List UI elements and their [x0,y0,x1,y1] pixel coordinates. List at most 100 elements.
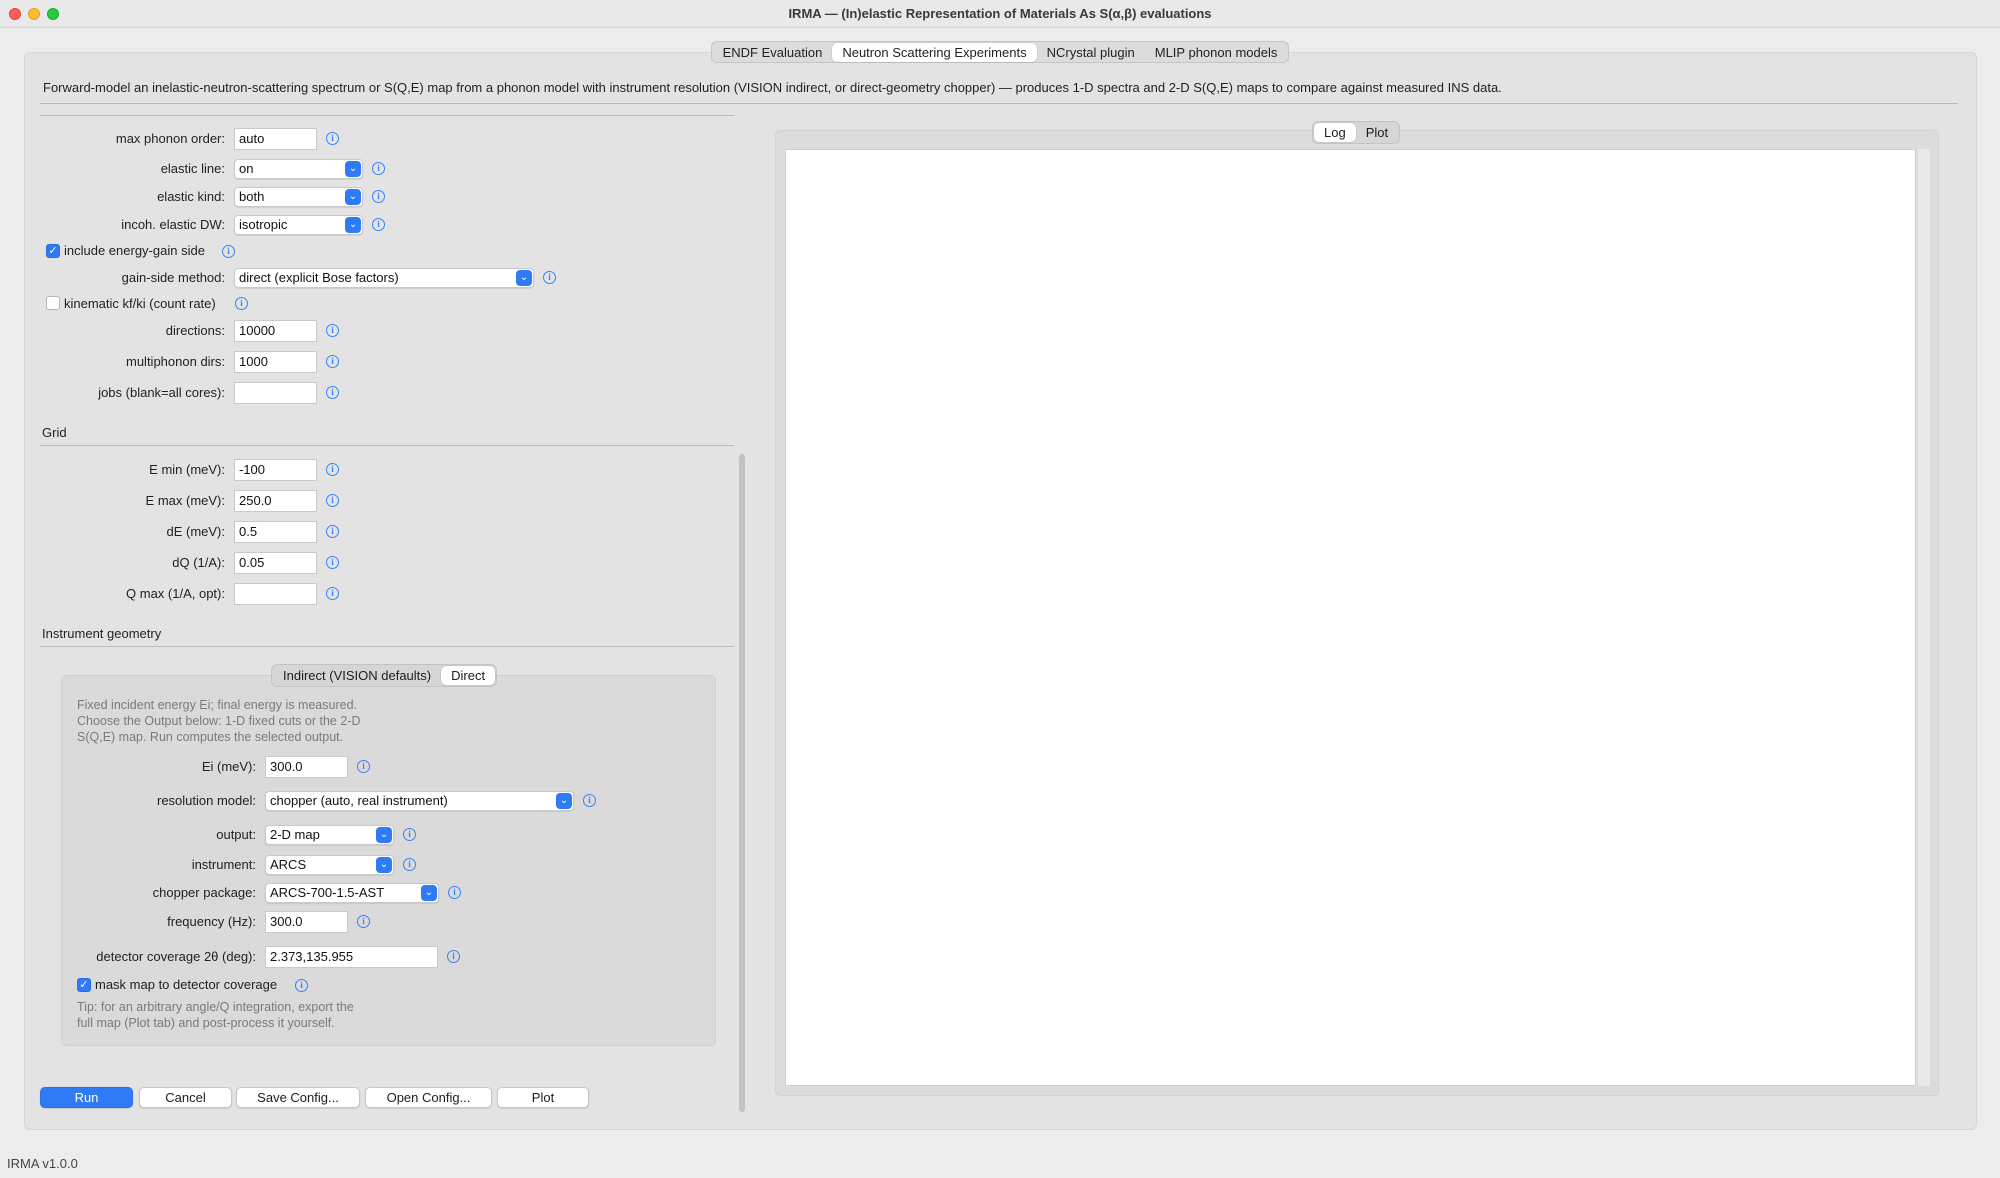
frequency-label: frequency (Hz): [167,914,256,929]
info-icon[interactable]: i [372,162,385,175]
multiphonon-dirs-label: multiphonon dirs: [126,354,225,369]
info-icon[interactable]: i [222,245,235,258]
info-icon[interactable]: i [235,297,248,310]
info-icon[interactable]: i [326,132,339,145]
chevron-down-icon: ⌄ [556,793,572,809]
output-label: output: [216,827,256,842]
info-icon[interactable]: i [403,858,416,871]
title-bar: IRMA — (In)elastic Representation of Mat… [0,0,2000,28]
e-min-input[interactable]: -100 [234,459,317,481]
include-energy-gain-label: include energy-gain side [64,243,205,258]
log-text-area[interactable] [785,149,1916,1086]
geometry-help-line: Fixed incident energy Ei; final energy i… [77,698,358,712]
jobs-label: jobs (blank=all cores): [98,385,225,400]
chopper-package-label: chopper package: [152,885,256,900]
tip-line: full map (Plot tab) and post-process it … [77,1016,335,1030]
e-max-input[interactable]: 250.0 [234,490,317,512]
tab-log[interactable]: Log [1314,123,1356,142]
info-icon[interactable]: i [326,324,339,337]
tab-neutron-scattering-experiments[interactable]: Neutron Scattering Experiments [832,43,1037,62]
divider [40,445,734,446]
resolution-model-select[interactable]: chopper (auto, real instrument) ⌄ [265,791,574,811]
ei-input[interactable]: 300.0 [265,756,348,778]
q-max-input[interactable] [234,583,317,605]
output-value: 2-D map [270,827,320,842]
info-icon[interactable]: i [543,271,556,284]
de-input[interactable]: 0.5 [234,521,317,543]
kinematic-checkbox[interactable] [46,296,60,310]
directions-label: directions: [165,323,225,338]
info-icon[interactable]: i [326,463,339,476]
tab-endf-evaluation[interactable]: ENDF Evaluation [713,43,833,62]
chevron-down-icon: ⌄ [516,270,532,286]
tip-line: Tip: for an arbitrary angle/Q integratio… [77,1000,354,1014]
max-phonon-order-input[interactable]: auto [234,128,317,150]
detector-coverage-input[interactable]: 2.373,135.955 [265,946,438,968]
elastic-line-select[interactable]: on ⌄ [234,159,363,179]
left-panel-scrollbar[interactable] [739,454,745,1112]
elastic-line-label: elastic line: [160,161,225,176]
output-tabs: Log Plot [1312,121,1401,144]
instrument-value: ARCS [270,857,307,872]
geometry-help-line: Choose the Output below: 1-D fixed cuts … [77,714,361,728]
info-icon[interactable]: i [326,386,339,399]
run-button[interactable]: Run [40,1087,133,1108]
resolution-model-value: chopper (auto, real instrument) [270,793,448,808]
info-icon[interactable]: i [447,950,460,963]
info-icon[interactable]: i [326,587,339,600]
kinematic-label: kinematic kf/ki (count rate) [64,296,216,311]
q-max-label: Q max (1/A, opt): [126,586,225,601]
info-icon[interactable]: i [326,494,339,507]
include-energy-gain-checkbox[interactable]: ✓ [46,244,60,258]
info-icon[interactable]: i [326,556,339,569]
chevron-down-icon: ⌄ [376,827,392,843]
elastic-kind-select[interactable]: both ⌄ [234,187,363,207]
incoh-elastic-dw-value: isotropic [239,217,288,232]
resolution-model-label: resolution model: [157,793,256,808]
frequency-input[interactable]: 300.0 [265,911,348,933]
open-config-button[interactable]: Open Config... [365,1087,492,1108]
output-select[interactable]: 2-D map ⌄ [265,825,394,845]
divider [40,115,734,116]
mask-map-checkbox[interactable]: ✓ [77,978,91,992]
info-icon[interactable]: i [403,828,416,841]
info-icon[interactable]: i [357,760,370,773]
elastic-kind-label: elastic kind: [157,189,225,204]
info-icon[interactable]: i [326,355,339,368]
info-icon[interactable]: i [372,190,385,203]
info-icon[interactable]: i [372,218,385,231]
tab-plot[interactable]: Plot [1356,123,1398,142]
multiphonon-dirs-input[interactable]: 1000 [234,351,317,373]
directions-input[interactable]: 10000 [234,320,317,342]
grid-section-title: Grid [42,425,67,440]
gain-side-method-select[interactable]: direct (explicit Bose factors) ⌄ [234,268,534,288]
cancel-button[interactable]: Cancel [139,1087,232,1108]
dq-input[interactable]: 0.05 [234,552,317,574]
info-icon[interactable]: i [583,794,596,807]
instrument-select[interactable]: ARCS ⌄ [265,855,394,875]
main-tabbar: ENDF Evaluation Neutron Scattering Exper… [0,41,2000,63]
elastic-line-value: on [239,161,254,176]
info-icon[interactable]: i [448,886,461,899]
chopper-package-select[interactable]: ARCS-700-1.5-AST ⌄ [265,883,439,903]
tab-direct[interactable]: Direct [441,666,496,685]
dq-label: dQ (1/A): [172,555,225,570]
tab-mlip-phonon-models[interactable]: MLIP phonon models [1145,43,1288,62]
plot-button[interactable]: Plot [497,1087,589,1108]
geometry-tabs: Indirect (VISION defaults) Direct [271,664,498,687]
max-phonon-order-label: max phonon order: [115,131,225,146]
tab-indirect-vision[interactable]: Indirect (VISION defaults) [273,666,441,685]
jobs-input[interactable] [234,382,317,404]
tab-ncrystal-plugin[interactable]: NCrystal plugin [1037,43,1145,62]
chevron-down-icon: ⌄ [376,857,392,873]
de-label: dE (meV): [166,524,225,539]
divider [40,646,734,647]
incoh-elastic-dw-select[interactable]: isotropic ⌄ [234,215,363,235]
info-icon[interactable]: i [295,979,308,992]
save-config-button[interactable]: Save Config... [236,1087,360,1108]
info-icon[interactable]: i [326,525,339,538]
incoh-elastic-dw-label: incoh. elastic DW: [121,217,225,232]
info-icon[interactable]: i [357,915,370,928]
instrument-label: instrument: [191,857,256,872]
log-scrollbar[interactable] [1918,149,1930,1086]
